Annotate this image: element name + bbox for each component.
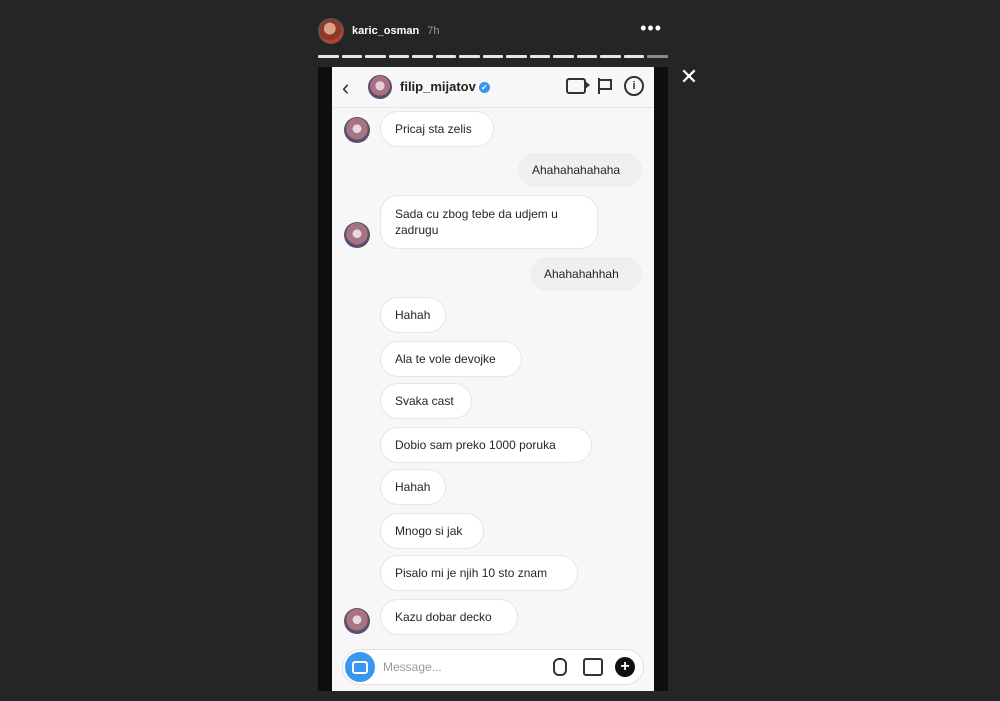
sender-avatar[interactable]	[344, 222, 370, 248]
back-arrow-icon[interactable]: ‹	[342, 75, 349, 101]
received-message-bubble[interactable]: Sada cu zbog tebe da udjem u zadrugu	[380, 195, 598, 249]
story-progress-segment	[600, 55, 621, 58]
flag-icon[interactable]	[598, 78, 612, 94]
sender-avatar[interactable]	[344, 117, 370, 143]
received-message-bubble[interactable]: Pisalo mi je njih 10 sto znam	[380, 555, 578, 591]
story-progress-segment	[412, 55, 433, 58]
sent-message-bubble[interactable]: Ahahahahhah	[530, 257, 642, 291]
story-progress-segment	[553, 55, 574, 58]
story-progress-bar	[318, 55, 668, 58]
received-message-bubble[interactable]: Dobio sam preko 1000 poruka	[380, 427, 592, 463]
story-timestamp: 7h	[427, 25, 440, 37]
message-input[interactable]	[383, 659, 533, 675]
story-progress-segment	[529, 55, 551, 58]
story-progress-segment	[459, 55, 480, 58]
chat-header: ‹ filip_mijatov ✓ i	[332, 67, 654, 108]
gallery-icon[interactable]	[583, 658, 603, 676]
story-progress-segment	[318, 55, 339, 58]
story-progress-segment	[647, 55, 668, 58]
received-message-bubble[interactable]: Hahah	[380, 469, 446, 505]
story-progress-segment	[623, 55, 645, 58]
dm-screenshot: ‹ filip_mijatov ✓ i Pricaj sta zelis Ahaha…	[332, 67, 654, 691]
sender-avatar[interactable]	[344, 608, 370, 634]
chat-avatar[interactable]	[368, 75, 392, 99]
received-message-bubble[interactable]: Svaka cast	[380, 383, 472, 419]
chat-header-actions: i	[566, 76, 644, 96]
chat-username-text: filip_mijatov	[400, 79, 476, 94]
close-icon[interactable]: ✕	[678, 66, 700, 88]
info-icon[interactable]: i	[624, 76, 644, 96]
story-content[interactable]: ‹ filip_mijatov ✓ i Pricaj sta zelis Ahaha…	[318, 67, 668, 691]
story-progress-segment	[576, 55, 598, 58]
received-message-bubble[interactable]: Mnogo si jak	[380, 513, 484, 549]
chat-username[interactable]: filip_mijatov ✓	[400, 79, 490, 94]
microphone-icon[interactable]	[553, 658, 567, 676]
received-message-bubble[interactable]: Hahah	[380, 297, 446, 333]
camera-icon[interactable]	[345, 652, 375, 682]
story-progress-segment	[388, 55, 410, 58]
story-progress-segment	[482, 55, 504, 58]
received-message-bubble[interactable]: Pricaj sta zelis	[380, 111, 494, 147]
story-username[interactable]: karic_osman	[352, 25, 419, 37]
story-progress-segment	[506, 55, 527, 58]
message-composer: +	[342, 649, 644, 685]
story-progress-segment	[341, 55, 363, 58]
story-header: karic_osman 7h •••	[318, 16, 668, 46]
story-user-avatar[interactable]	[318, 18, 344, 44]
plus-icon[interactable]: +	[615, 657, 635, 677]
video-call-icon[interactable]	[566, 78, 590, 94]
verified-badge-icon: ✓	[478, 82, 490, 93]
received-message-bubble[interactable]: Ala te vole devojke	[380, 341, 522, 377]
story-progress-segment	[365, 55, 386, 58]
received-message-bubble[interactable]: Kazu dobar decko	[380, 599, 518, 635]
sent-message-bubble[interactable]: Ahahahahahaha	[518, 153, 642, 187]
story-progress-segment	[435, 55, 457, 58]
more-horizontal-icon[interactable]: •••	[640, 18, 662, 39]
